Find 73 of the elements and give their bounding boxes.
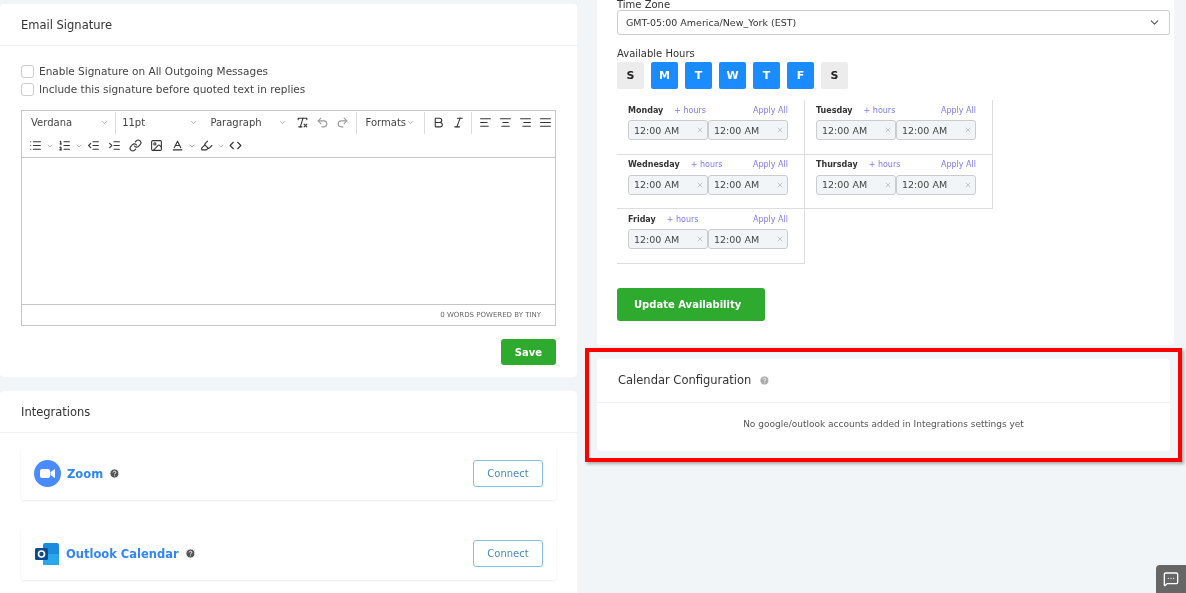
update-availability-button[interactable]: Update Availability (617, 287, 765, 321)
empty-message: No google/outlook accounts added in Integrations settings yet (742, 417, 1025, 431)
clear-icon[interactable] (776, 126, 784, 134)
add-hours-link[interactable]: + hours (666, 214, 699, 224)
clear-icon[interactable] (884, 126, 892, 134)
apply-all-link[interactable]: Apply All (940, 160, 976, 169)
font-dropdown[interactable]: Verdana (25, 111, 117, 134)
apply-all-link[interactable]: Apply All (752, 105, 788, 115)
end-time-field[interactable]: 12:00 AM (708, 120, 788, 140)
card-title: Email Signature (21, 17, 113, 32)
clear-icon[interactable] (964, 126, 972, 134)
checkbox[interactable] (21, 82, 34, 96)
save-button[interactable]: Save (500, 339, 556, 365)
end-time-field[interactable]: 12:00 AM (896, 120, 976, 140)
integration-link[interactable]: Zoom (67, 466, 104, 481)
day-name: Friday (628, 214, 656, 224)
card-title: Calendar Configuration (618, 373, 752, 387)
end-time-field[interactable]: 12:00 AM (896, 174, 976, 195)
card-title: Integrations (21, 404, 91, 419)
day-toggle[interactable]: W (719, 62, 746, 89)
add-hours-link[interactable]: + hours (674, 105, 706, 115)
day-toggle[interactable]: S (617, 62, 644, 89)
start-time-field[interactable]: 12:00 AM (628, 120, 708, 140)
size-dropdown[interactable]: 11pt (116, 111, 205, 134)
checkbox-label: Include this signature before quoted text in replies (39, 83, 306, 95)
clear-icon[interactable] (696, 180, 704, 189)
caret-icon[interactable] (189, 118, 199, 127)
add-hours-link[interactable]: + hours (863, 105, 896, 115)
clear-icon[interactable] (884, 180, 892, 189)
day-toggle[interactable]: F (787, 62, 814, 89)
checkbox[interactable] (21, 64, 34, 78)
clear-icon[interactable] (776, 235, 784, 243)
day-toggle[interactable]: S (821, 62, 848, 89)
block-dropdown[interactable]: Paragraph (204, 111, 293, 134)
caret-icon[interactable] (277, 118, 287, 127)
start-time-field[interactable]: 12:00 AM (816, 120, 896, 140)
caret-icon[interactable] (406, 118, 416, 127)
integration-link[interactable]: Outlook Calendar (66, 546, 179, 561)
day-name: Monday (628, 105, 664, 115)
end-time-field[interactable]: 12:00 AM (708, 174, 788, 195)
caret-icon[interactable] (100, 118, 110, 127)
connect-button[interactable]: Connect (473, 460, 543, 487)
start-time-field[interactable]: 12:00 AM (628, 174, 708, 195)
connect-button[interactable]: Connect (473, 540, 543, 567)
checkbox-label: Enable Signature on All Outgoing Messages (39, 65, 269, 77)
start-time-field[interactable]: 12:00 AM (816, 174, 896, 195)
time-zone-select[interactable]: GMT-05:00 America/New_York (EST) (617, 10, 1170, 35)
add-hours-link[interactable]: + hours (690, 160, 723, 169)
day-name: Tuesday (816, 105, 853, 115)
chat-button[interactable] (1156, 565, 1186, 593)
add-hours-link[interactable]: + hours (868, 160, 901, 169)
help-icon[interactable] (109, 468, 121, 479)
clear-icon[interactable] (696, 126, 704, 134)
help-icon[interactable] (184, 548, 196, 559)
field-label: Time Zone (617, 0, 672, 10)
day-toggle[interactable]: T (685, 62, 712, 89)
clear-icon[interactable] (776, 180, 784, 189)
chat-icon (1163, 571, 1179, 587)
end-time-field[interactable]: 12:00 AM (708, 229, 788, 249)
day-toggle[interactable]: M (651, 62, 678, 89)
day-toggle[interactable]: T (753, 62, 780, 89)
outlook-icon (34, 541, 60, 566)
video-camera-icon (34, 460, 61, 487)
day-name: Wednesday (628, 160, 680, 169)
start-time-field[interactable]: 12:00 AM (628, 229, 708, 249)
clear-icon[interactable] (696, 235, 704, 243)
clear-icon[interactable] (964, 180, 972, 189)
day-name: Thursday (816, 160, 858, 169)
apply-all-link[interactable]: Apply All (940, 105, 976, 115)
apply-all-link[interactable]: Apply All (752, 214, 788, 224)
field-label: Available Hours (617, 49, 696, 59)
apply-all-link[interactable]: Apply All (752, 160, 788, 169)
formats-dropdown[interactable]: Formats (359, 111, 422, 134)
